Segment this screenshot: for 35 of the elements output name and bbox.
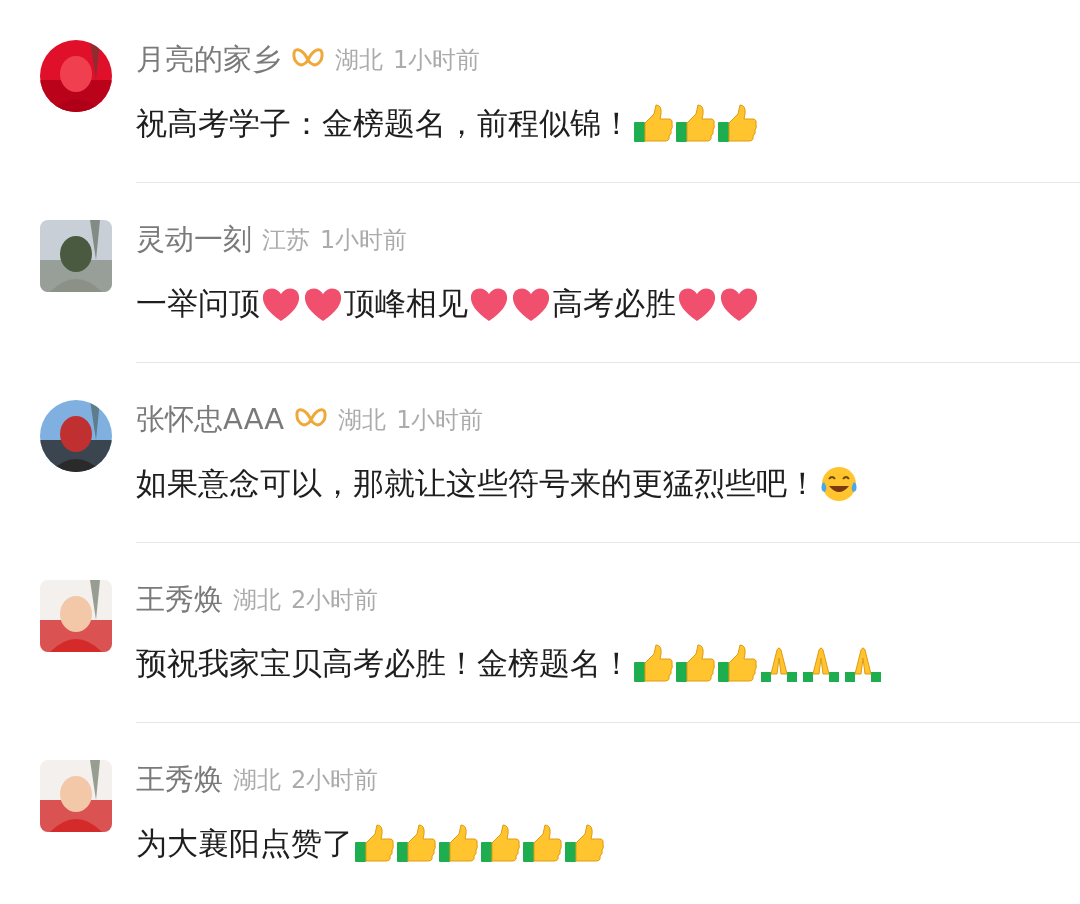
thumbs-up-icon: [563, 824, 605, 864]
location: 湖北: [338, 405, 387, 436]
thumbs-up-icon: [674, 644, 716, 684]
thumbs-up-icon: [437, 824, 479, 864]
post-time: 1小时前: [393, 45, 481, 76]
comment-text: 祝高考学子：金榜题名，前程似锦！: [136, 104, 632, 143]
location: 江苏: [262, 225, 310, 256]
location: 湖北: [233, 585, 281, 616]
thumbs-up-icon: [521, 824, 563, 864]
post-time: 1小时前: [396, 405, 484, 436]
thumbs-up-icon: [716, 644, 758, 684]
comment-text: 为大襄阳点赞了: [136, 824, 353, 863]
user-name[interactable]: 王秀焕: [136, 580, 223, 620]
location: 湖北: [335, 45, 383, 76]
user-name[interactable]: 王秀焕: [136, 760, 223, 800]
thumbs-up-icon: [479, 824, 521, 864]
thumbs-up-icon: [716, 104, 758, 144]
thumbs-up-icon: [353, 824, 395, 864]
laughing-tears-icon: [818, 464, 860, 504]
post-time: 1小时前: [320, 225, 408, 256]
comment-text: 预祝我家宝贝高考必胜！金榜题名！: [136, 644, 632, 683]
post-time: 2小时前: [291, 765, 379, 796]
user-name[interactable]: 灵动一刻: [136, 220, 252, 260]
post-time: 2小时前: [291, 585, 379, 616]
comment-text: 顶峰相见: [344, 284, 468, 323]
comment-text: 如果意念可以，那就让这些符号来的更猛烈些吧！: [136, 464, 818, 503]
user-name[interactable]: 月亮的家乡: [136, 40, 281, 80]
comment-text: 高考必胜: [552, 284, 676, 323]
thumbs-up-icon: [632, 644, 674, 684]
user-name[interactable]: 张怀忠AAA: [136, 400, 285, 440]
thumbs-up-icon: [632, 104, 674, 144]
thumbs-up-icon: [674, 104, 716, 144]
comment-text: 一举问顶: [136, 284, 260, 323]
thumbs-up-icon: [395, 824, 437, 864]
location: 湖北: [233, 765, 281, 796]
